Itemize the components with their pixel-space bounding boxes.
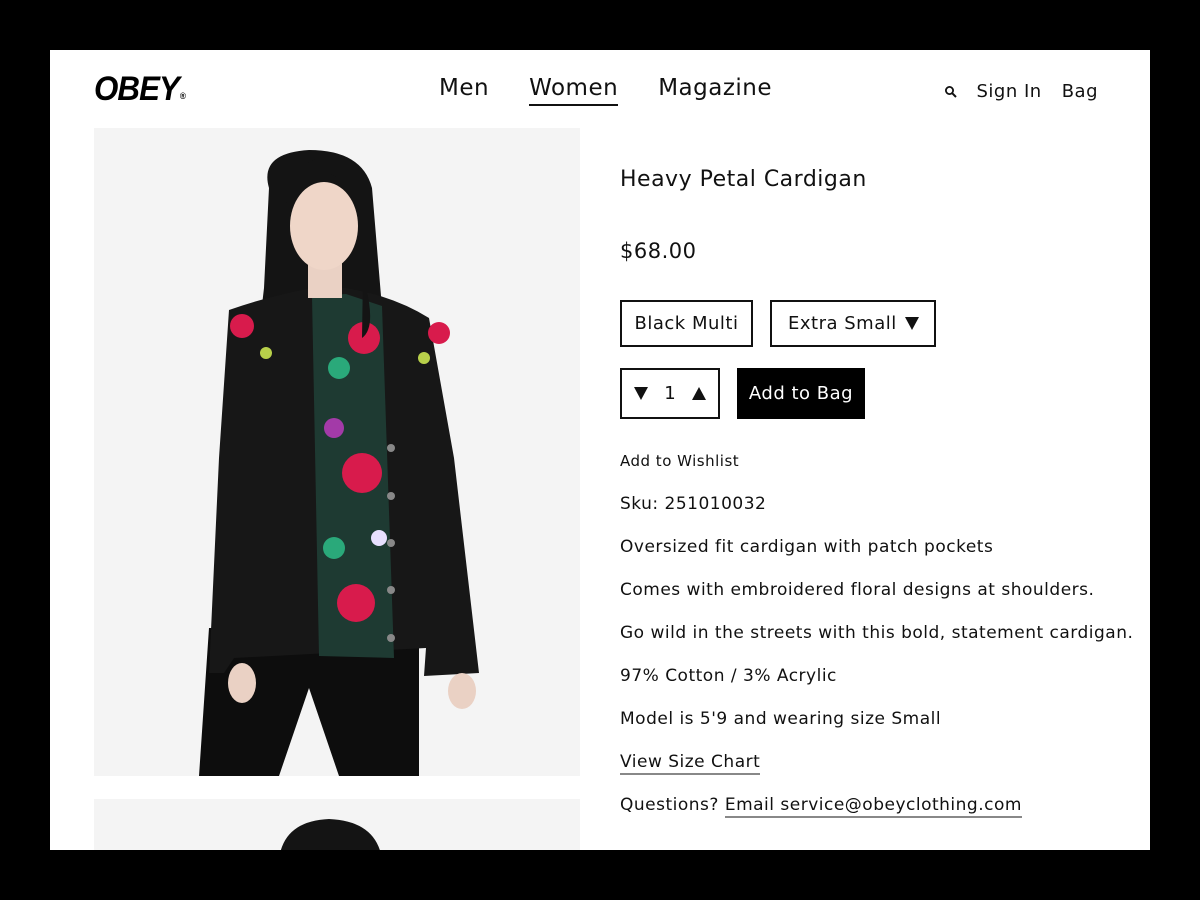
questions-row: Questions? Email service@obeyclothing.co… xyxy=(620,795,1022,818)
model-photo-secondary xyxy=(280,819,380,850)
size-select-value: Extra Small xyxy=(788,313,897,334)
product-page: OBEY® Men Women Magazine Sign In Bag Hea… xyxy=(50,50,1150,850)
search-icon[interactable] xyxy=(944,85,958,99)
product-title: Heavy Petal Cardigan xyxy=(620,167,867,192)
nav-women[interactable]: Women xyxy=(529,75,619,106)
utility-nav: Sign In Bag xyxy=(944,81,1098,102)
nav-magazine[interactable]: Magazine xyxy=(658,75,772,106)
logo-text: OBEY xyxy=(94,70,180,108)
add-to-bag-button[interactable]: Add to Bag xyxy=(737,368,865,419)
size-select[interactable]: Extra Small xyxy=(770,300,936,347)
size-chart-row: View Size Chart xyxy=(620,752,761,775)
logo-registered-mark: ® xyxy=(179,91,186,101)
questions-label: Questions? xyxy=(620,795,719,815)
product-sku: Sku: 251010032 xyxy=(620,494,767,514)
decrease-quantity-icon[interactable] xyxy=(634,387,648,400)
main-nav: Men Women Magazine xyxy=(439,75,772,106)
quantity-value[interactable]: 1 xyxy=(664,383,675,404)
increase-quantity-icon[interactable] xyxy=(691,387,706,400)
chevron-down-icon xyxy=(905,317,919,330)
product-detail: 97% Cotton / 3% Acrylic xyxy=(620,666,837,686)
model-photo xyxy=(199,150,479,776)
product-price: $68.00 xyxy=(620,239,697,263)
quantity-stepper: 1 xyxy=(620,368,720,419)
add-to-wishlist-link[interactable]: Add to Wishlist xyxy=(620,452,739,470)
product-detail: Go wild in the streets with this bold, s… xyxy=(620,623,1134,643)
product-detail: Model is 5'9 and wearing size Small xyxy=(620,709,942,729)
color-select-value: Black Multi xyxy=(634,313,739,334)
color-select[interactable]: Black Multi xyxy=(620,300,753,347)
bag-link[interactable]: Bag xyxy=(1062,81,1098,102)
view-size-chart-link[interactable]: View Size Chart xyxy=(620,752,761,775)
obey-logo[interactable]: OBEY® xyxy=(94,70,186,109)
nav-men[interactable]: Men xyxy=(439,75,489,106)
product-image-main[interactable] xyxy=(94,128,580,776)
product-detail: Comes with embroidered floral designs at… xyxy=(620,580,1095,600)
sign-in-link[interactable]: Sign In xyxy=(976,81,1041,102)
product-image-secondary[interactable] xyxy=(94,799,580,850)
email-support-link[interactable]: Email service@obeyclothing.com xyxy=(724,795,1022,818)
product-detail: Oversized fit cardigan with patch pocket… xyxy=(620,537,994,557)
